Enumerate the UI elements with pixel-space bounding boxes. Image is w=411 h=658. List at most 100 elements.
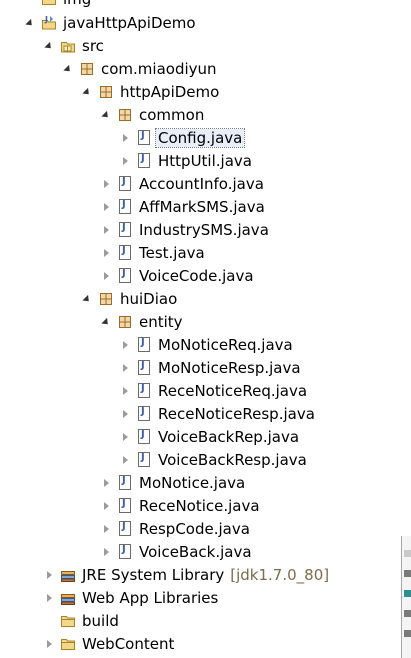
panel-tab-icon[interactable] [404, 570, 411, 577]
tree-item-webcontent[interactable]: WebContent [0, 632, 411, 655]
collapse-arrow-icon[interactable] [120, 386, 130, 396]
java-file-icon [138, 383, 150, 398]
tree-item-web-app-libraries[interactable]: Web App Libraries [0, 586, 411, 609]
collapse-arrow-icon[interactable] [44, 639, 54, 649]
collapse-arrow-icon[interactable] [101, 501, 111, 511]
tree-item-recenotice-java[interactable]: ReceNotice.java [0, 494, 411, 517]
tree-item-label: build [82, 611, 119, 630]
tree-item-label: RespCode.java [139, 519, 250, 538]
java-file-icon [119, 268, 131, 283]
tree-item-entity[interactable]: entity [0, 310, 411, 333]
tree-item-monotice-java[interactable]: MoNotice.java [0, 471, 411, 494]
tree-item-src[interactable]: src [0, 34, 411, 57]
collapse-arrow-icon[interactable] [120, 133, 130, 143]
tree-item-label: com.miaodiyun [101, 59, 217, 78]
folder-icon [41, 0, 57, 7]
tree-item-label: Web App Libraries [82, 588, 219, 607]
expand-arrow-icon[interactable] [63, 64, 73, 74]
tree-item-label: VoiceCode.java [139, 266, 254, 285]
tree-item-javahttpapidemo[interactable]: JjavaHttpApiDemo [0, 11, 411, 34]
tree-item-monoticeresp-java[interactable]: MoNoticeResp.java [0, 356, 411, 379]
collapse-arrow-icon[interactable] [120, 432, 130, 442]
tree-item-recenoticeresp-java[interactable]: ReceNoticeResp.java [0, 402, 411, 425]
tree-item-affmarksms-java[interactable]: AffMarkSMS.java [0, 195, 411, 218]
tree-item-httputil-java[interactable]: HttpUtil.java [0, 149, 411, 172]
collapse-arrow-icon[interactable] [120, 340, 130, 350]
java-file-icon [138, 406, 150, 421]
panel-tab-icon[interactable] [404, 630, 411, 637]
tree-item-com-miaodiyun[interactable]: com.miaodiyun [0, 57, 411, 80]
expand-arrow-icon[interactable] [82, 87, 92, 97]
java-file-icon [119, 521, 131, 536]
tree-item-huidiao[interactable]: huiDiao [0, 287, 411, 310]
java-file-icon [138, 337, 150, 352]
collapse-arrow-icon[interactable] [44, 593, 54, 603]
java-file-icon [138, 360, 150, 375]
tree-item-label: Config.java [154, 127, 246, 148]
tree-item-label: AffMarkSMS.java [139, 197, 265, 216]
java-file-icon [138, 452, 150, 467]
tree-item-accountinfo-java[interactable]: AccountInfo.java [0, 172, 411, 195]
tree-item-jre-system-library[interactable]: JRE System Library [jdk1.7.0_80] [0, 563, 411, 586]
side-panel-edge[interactable] [401, 536, 411, 658]
collapse-arrow-icon[interactable] [101, 248, 111, 258]
svg-text:J: J [44, 15, 48, 24]
expand-arrow-icon[interactable] [25, 18, 35, 28]
tree-item-voicebackresp-java[interactable]: VoiceBackResp.java [0, 448, 411, 471]
panel-tab-icon[interactable] [404, 590, 411, 597]
collapse-arrow-icon[interactable] [101, 202, 111, 212]
tree-item-label: WebContent [82, 634, 175, 653]
tree-item-label: VoiceBackResp.java [158, 450, 307, 469]
tree-item-config-java[interactable]: Config.java [0, 126, 411, 149]
collapse-arrow-icon[interactable] [101, 478, 111, 488]
java-file-icon [119, 199, 131, 214]
tree-item-label: common [139, 105, 205, 124]
tree-item-img[interactable]: img [0, 0, 411, 10]
project-explorer-tree: img JjavaHttpApiDemo src com.miaodiyun httpA… [0, 0, 400, 658]
java-file-icon [138, 153, 150, 168]
collapse-arrow-icon[interactable] [101, 225, 111, 235]
tree-item-respcode-java[interactable]: RespCode.java [0, 517, 411, 540]
collapse-arrow-icon[interactable] [120, 363, 130, 373]
collapse-arrow-icon[interactable] [101, 179, 111, 189]
tree-item-industrysms-java[interactable]: IndustrySMS.java [0, 218, 411, 241]
package-icon [98, 291, 114, 307]
panel-tab-icon[interactable] [404, 550, 411, 557]
collapse-arrow-icon[interactable] [120, 409, 130, 419]
tree-item-label: VoiceBackRep.java [158, 427, 300, 446]
tree-item-label: IndustrySMS.java [139, 220, 269, 239]
tree-item-label: MoNoticeReq.java [158, 335, 293, 354]
java-file-icon [119, 475, 131, 490]
collapse-arrow-icon[interactable] [101, 271, 111, 281]
expand-arrow-icon[interactable] [82, 294, 92, 304]
tree-item-label: MoNotice.java [139, 473, 246, 492]
tree-item-test-java[interactable]: Test.java [0, 241, 411, 264]
tree-item-decoration: [jdk1.7.0_80] [230, 565, 330, 584]
collapse-arrow-icon[interactable] [44, 570, 54, 580]
tree-item-label: javaHttpApiDemo [63, 13, 196, 32]
java-file-icon [138, 130, 150, 145]
tree-item-recenoticereq-java[interactable]: ReceNoticeReq.java [0, 379, 411, 402]
tree-item-monoticereq-java[interactable]: MoNoticeReq.java [0, 333, 411, 356]
collapse-arrow-icon[interactable] [120, 156, 130, 166]
folder-icon [60, 636, 76, 652]
collapse-arrow-icon[interactable] [120, 455, 130, 465]
panel-tab-icon[interactable] [404, 610, 411, 617]
collapse-arrow-icon[interactable] [101, 547, 111, 557]
tree-item-voicebackrep-java[interactable]: VoiceBackRep.java [0, 425, 411, 448]
tree-item-label: MoNoticeResp.java [158, 358, 301, 377]
expand-arrow-icon[interactable] [101, 317, 111, 327]
collapse-arrow-icon[interactable] [101, 524, 111, 534]
tree-item-build[interactable]: build [0, 609, 411, 632]
java-project-icon: J [41, 15, 57, 31]
package-icon [117, 107, 133, 123]
tree-item-voiceback-java[interactable]: VoiceBack.java [0, 540, 411, 563]
package-icon [117, 314, 133, 330]
tree-item-httpapidemo[interactable]: httpApiDemo [0, 80, 411, 103]
tree-item-voicecode-java[interactable]: VoiceCode.java [0, 264, 411, 287]
expand-arrow-icon[interactable] [101, 110, 111, 120]
tree-item-label: VoiceBack.java [139, 542, 252, 561]
tree-item-label: HttpUtil.java [158, 151, 252, 170]
tree-item-common[interactable]: common [0, 103, 411, 126]
expand-arrow-icon[interactable] [44, 41, 54, 51]
